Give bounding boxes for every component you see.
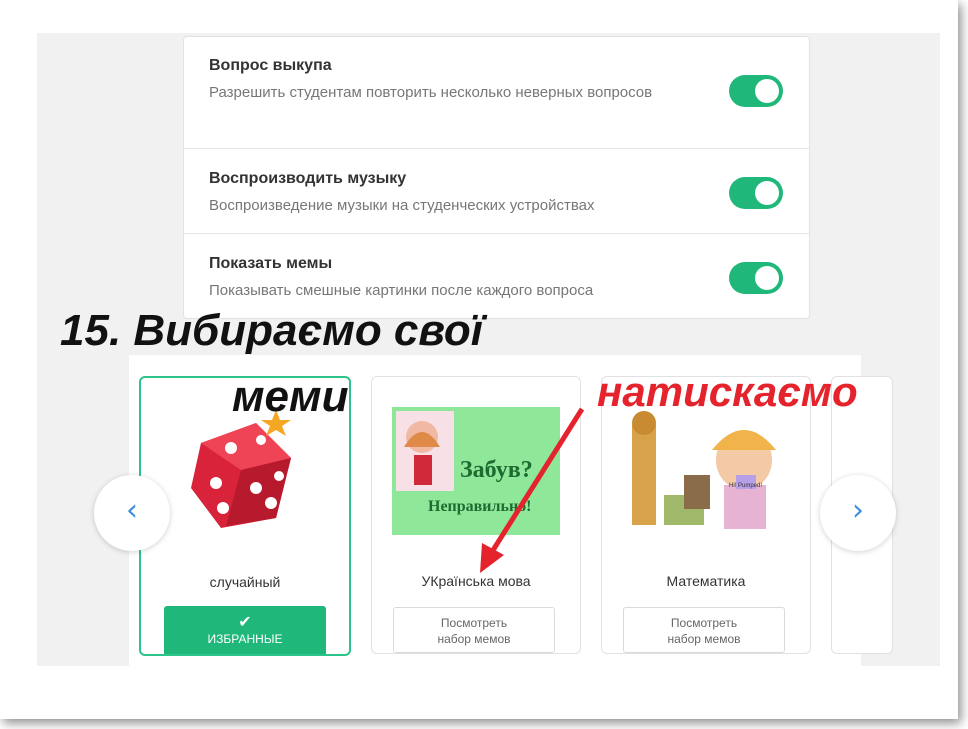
settings-panel: Вопрос выкупа Разрешить студентам повтор… <box>183 36 810 319</box>
setting-description: Воспроизведение музыки на студенческих у… <box>209 197 595 214</box>
memes-toggle[interactable] <box>729 262 783 294</box>
favorites-button[interactable]: ✔ ИЗБРАННЫЕ <box>164 606 326 654</box>
setting-description: Показывать смешные картинки после каждог… <box>209 282 594 299</box>
annotation-click-note: натискаємо <box>597 368 858 415</box>
dice-icon <box>191 410 291 528</box>
redemption-toggle[interactable] <box>729 75 783 107</box>
view-button-line1: Посмотреть <box>670 616 738 630</box>
carousel-next-button[interactable]: › <box>820 475 896 551</box>
setting-description: Разрешить студентам повторить несколько … <box>209 84 653 101</box>
red-arrow-icon <box>480 407 585 573</box>
math-meme-image: Hi! Pumped! <box>624 405 788 541</box>
chevron-right-icon: › <box>852 493 864 528</box>
slide-frame: Вопрос выкупа Разрешить студентам повтор… <box>0 0 958 719</box>
meme-card-name: Математика <box>666 573 746 589</box>
annotation-line2: меми <box>232 372 349 421</box>
toggle-knob <box>755 79 779 103</box>
meme-card-name: УКраїнська мова <box>421 573 531 589</box>
toggle-knob <box>755 181 779 205</box>
meme-card-name: случайный <box>209 574 281 590</box>
annotation-line1: 15. Вибираємо свої <box>60 306 483 355</box>
view-meme-set-button[interactable]: Посмотреть набор мемов <box>393 607 555 653</box>
toggle-knob <box>755 266 779 290</box>
view-button-line1: Посмотреть <box>440 616 508 630</box>
setting-title: Показать мемы <box>209 255 333 272</box>
chevron-left-icon: ‹ <box>126 493 138 528</box>
setting-redemption: Вопрос выкупа Разрешить студентам повтор… <box>184 37 809 149</box>
setting-music: Воспроизводить музыку Воспроизведение му… <box>184 149 809 234</box>
carousel-prev-button[interactable]: ‹ <box>94 475 170 551</box>
setting-title: Воспроизводить музыку <box>209 170 407 187</box>
favorites-label: ИЗБРАННЫЕ <box>207 632 283 646</box>
check-icon: ✔ <box>238 614 252 631</box>
setting-title: Вопрос выкупа <box>209 57 332 74</box>
meme-card-math[interactable]: Hi! Pumped! Математика Посмотреть набор … <box>601 376 811 654</box>
view-button-line2: набор мемов <box>437 632 511 646</box>
view-button-line2: набор мемов <box>667 632 741 646</box>
music-toggle[interactable] <box>729 177 783 209</box>
view-meme-set-button[interactable]: Посмотреть набор мемов <box>623 607 785 653</box>
svg-text:Hi! Pumped!: Hi! Pumped! <box>729 483 762 489</box>
